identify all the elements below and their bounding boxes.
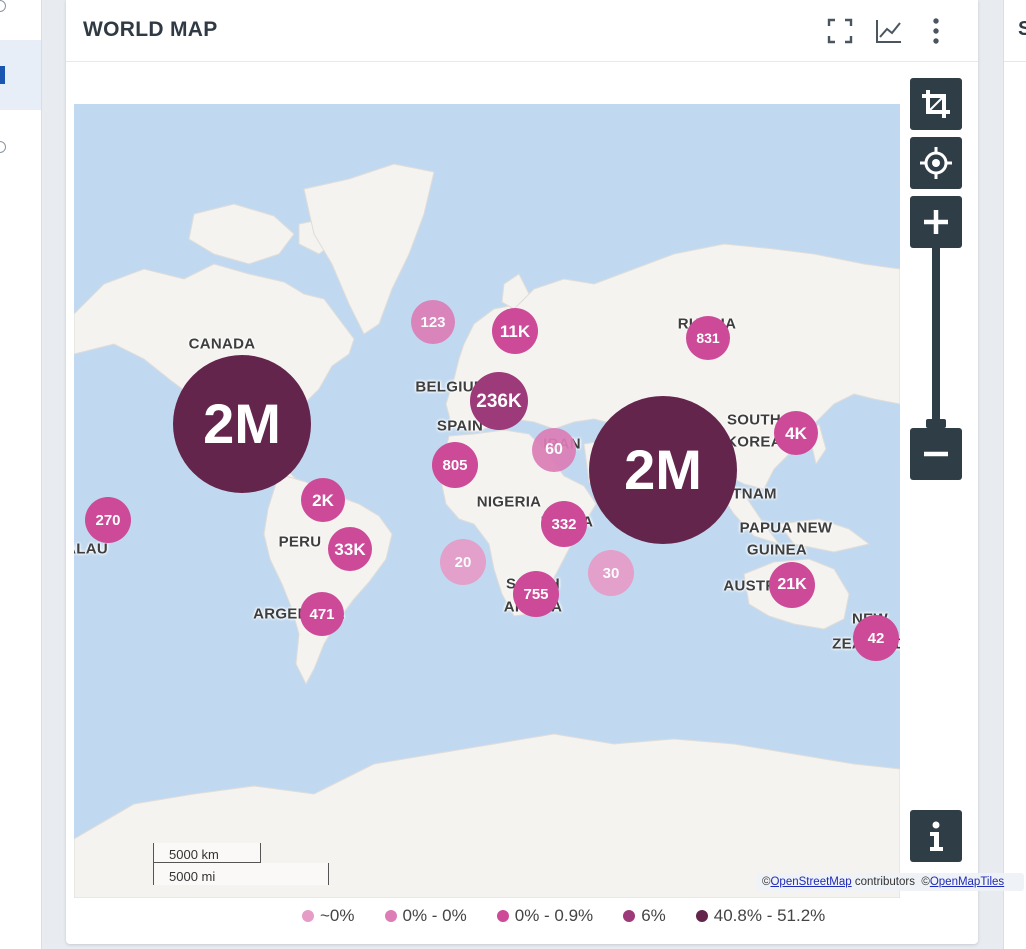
cluster-marker[interactable]: 30 <box>588 550 634 596</box>
right-panel: S <box>1003 0 1026 949</box>
legend-swatch <box>496 910 509 922</box>
cluster-count: 21K <box>777 576 807 593</box>
legend-label: 0% - 0% <box>402 906 467 925</box>
country-label-peru: PERU <box>278 533 322 551</box>
chart-button[interactable] <box>872 14 906 48</box>
cluster-count: 236K <box>476 390 522 412</box>
legend-item: ~0% <box>302 906 355 926</box>
country-label-south-korea-1: SOUTH <box>727 411 781 429</box>
cluster-count: 60 <box>545 441 563 458</box>
cluster-count: 42 <box>867 629 885 647</box>
more-vertical-icon <box>933 18 939 44</box>
cluster-count: 2M <box>203 392 281 455</box>
cluster-count: 11K <box>499 321 531 341</box>
cluster-count: 123 <box>420 313 446 331</box>
zoom-slider-handle[interactable] <box>926 419 946 428</box>
cluster-count: 332 <box>551 515 577 533</box>
legend-swatch <box>302 910 314 922</box>
legend-swatch <box>384 910 397 922</box>
cluster-count: 20 <box>454 553 472 571</box>
cluster-marker[interactable]: 2K <box>301 478 345 522</box>
cluster-marker[interactable]: 42 <box>853 615 899 661</box>
legend-label: 40.8% - 51.2% <box>713 906 826 925</box>
cluster-count: 2K <box>312 490 334 510</box>
right-panel-title: S <box>1018 18 1026 40</box>
line-chart-icon <box>876 20 901 43</box>
zoom-slider-track[interactable] <box>932 248 940 426</box>
cluster-count: 30 <box>602 564 620 582</box>
nav-radio-icon[interactable] <box>0 0 6 12</box>
cluster-count: 2M <box>624 438 702 501</box>
cluster-marker[interactable]: 2M <box>173 355 311 493</box>
card-title: WORLD MAP <box>83 18 218 41</box>
legend-swatch <box>695 910 708 922</box>
cluster-marker[interactable]: 33K <box>328 527 372 571</box>
cluster-count: 270 <box>95 511 121 529</box>
country-label-canada: CANADA <box>188 335 256 353</box>
world-map[interactable]: CANADARUSSIABELGIUMSPAINNIGERIAKENYAPERU… <box>74 104 900 898</box>
scale-mi: 5000 mi <box>153 863 329 885</box>
zoom-in-button[interactable] <box>910 196 962 248</box>
osm-link[interactable]: OpenStreetMap <box>770 876 851 888</box>
info-icon <box>930 821 943 851</box>
cluster-marker[interactable]: 123 <box>411 300 455 344</box>
cluster-marker[interactable]: 332 <box>541 501 587 547</box>
left-nav <box>0 0 42 949</box>
nav-radio-icon[interactable] <box>0 141 6 153</box>
fullscreen-button[interactable] <box>823 14 857 48</box>
zoom-out-button[interactable] <box>910 428 962 480</box>
map-attribution: © OpenStreetMap contributors © OpenMapTi… <box>756 873 1024 891</box>
cluster-marker[interactable]: 60 <box>532 428 576 472</box>
card-header: WORLD MAP <box>66 0 978 62</box>
cluster-marker[interactable]: 21K <box>769 562 815 608</box>
legend-swatch <box>623 910 636 922</box>
cluster-marker[interactable]: 270 <box>85 497 131 543</box>
attribution-mid: contributors © <box>851 876 930 888</box>
zoom-out-icon <box>924 451 948 457</box>
crop-icon <box>922 90 950 118</box>
cluster-marker[interactable]: 755 <box>513 571 559 617</box>
zoom-in-icon <box>924 210 948 234</box>
active-indicator <box>0 66 5 84</box>
cluster-marker[interactable]: 2M <box>589 396 737 544</box>
cluster-count: 4K <box>785 423 807 443</box>
attribution-prefix: © <box>762 876 771 888</box>
cluster-count: 831 <box>696 330 720 346</box>
crosshair-icon <box>920 147 952 179</box>
country-label-nigeria: NIGERIA <box>476 493 542 511</box>
locate-button[interactable] <box>910 137 962 189</box>
cluster-marker[interactable]: 471 <box>300 592 344 636</box>
map-legend: ~0% 0% - 0% 0% - 0.9% 6% 40.8% - 51.2% <box>302 905 855 927</box>
cluster-marker[interactable]: 805 <box>432 442 478 488</box>
right-panel-divider <box>1004 61 1026 62</box>
world-map-card: WORLD MAP CANADA BELGIUM SPAIN NIGERIA P… <box>66 0 1024 944</box>
legend-label: ~0% <box>320 906 355 925</box>
country-label-papua-2: GUINEA <box>746 541 808 559</box>
cluster-marker[interactable]: 4K <box>774 411 818 455</box>
legend-item: 6% <box>623 906 666 926</box>
cluster-count: 805 <box>442 456 468 474</box>
more-button[interactable] <box>919 14 953 48</box>
nav-item-active[interactable] <box>0 40 41 110</box>
cluster-count: 471 <box>309 605 335 623</box>
legend-item: 0% - 0% <box>384 906 467 926</box>
openmaptiles-link[interactable]: OpenMapTiles <box>930 876 1004 888</box>
legend-item: 0% - 0.9% <box>496 906 594 926</box>
fullscreen-icon <box>827 18 853 44</box>
cluster-marker[interactable]: 236K <box>470 372 528 430</box>
crop-button[interactable] <box>910 78 962 130</box>
country-label-palau: PALAU <box>74 540 109 558</box>
cluster-marker[interactable]: 11K <box>492 308 538 354</box>
legend-label: 0% - 0.9% <box>514 906 594 925</box>
cluster-marker[interactable]: 831 <box>686 316 730 360</box>
legend-label: 6% <box>641 906 666 925</box>
cluster-count: 33K <box>334 539 366 559</box>
cluster-count: 755 <box>523 585 549 603</box>
country-label-papua-1: PAPUA NEW <box>739 519 833 537</box>
legend-item: 40.8% - 51.2% <box>695 906 826 926</box>
cluster-marker[interactable]: 20 <box>440 539 486 585</box>
scale-km: 5000 km <box>153 843 261 863</box>
info-button[interactable] <box>910 810 962 862</box>
